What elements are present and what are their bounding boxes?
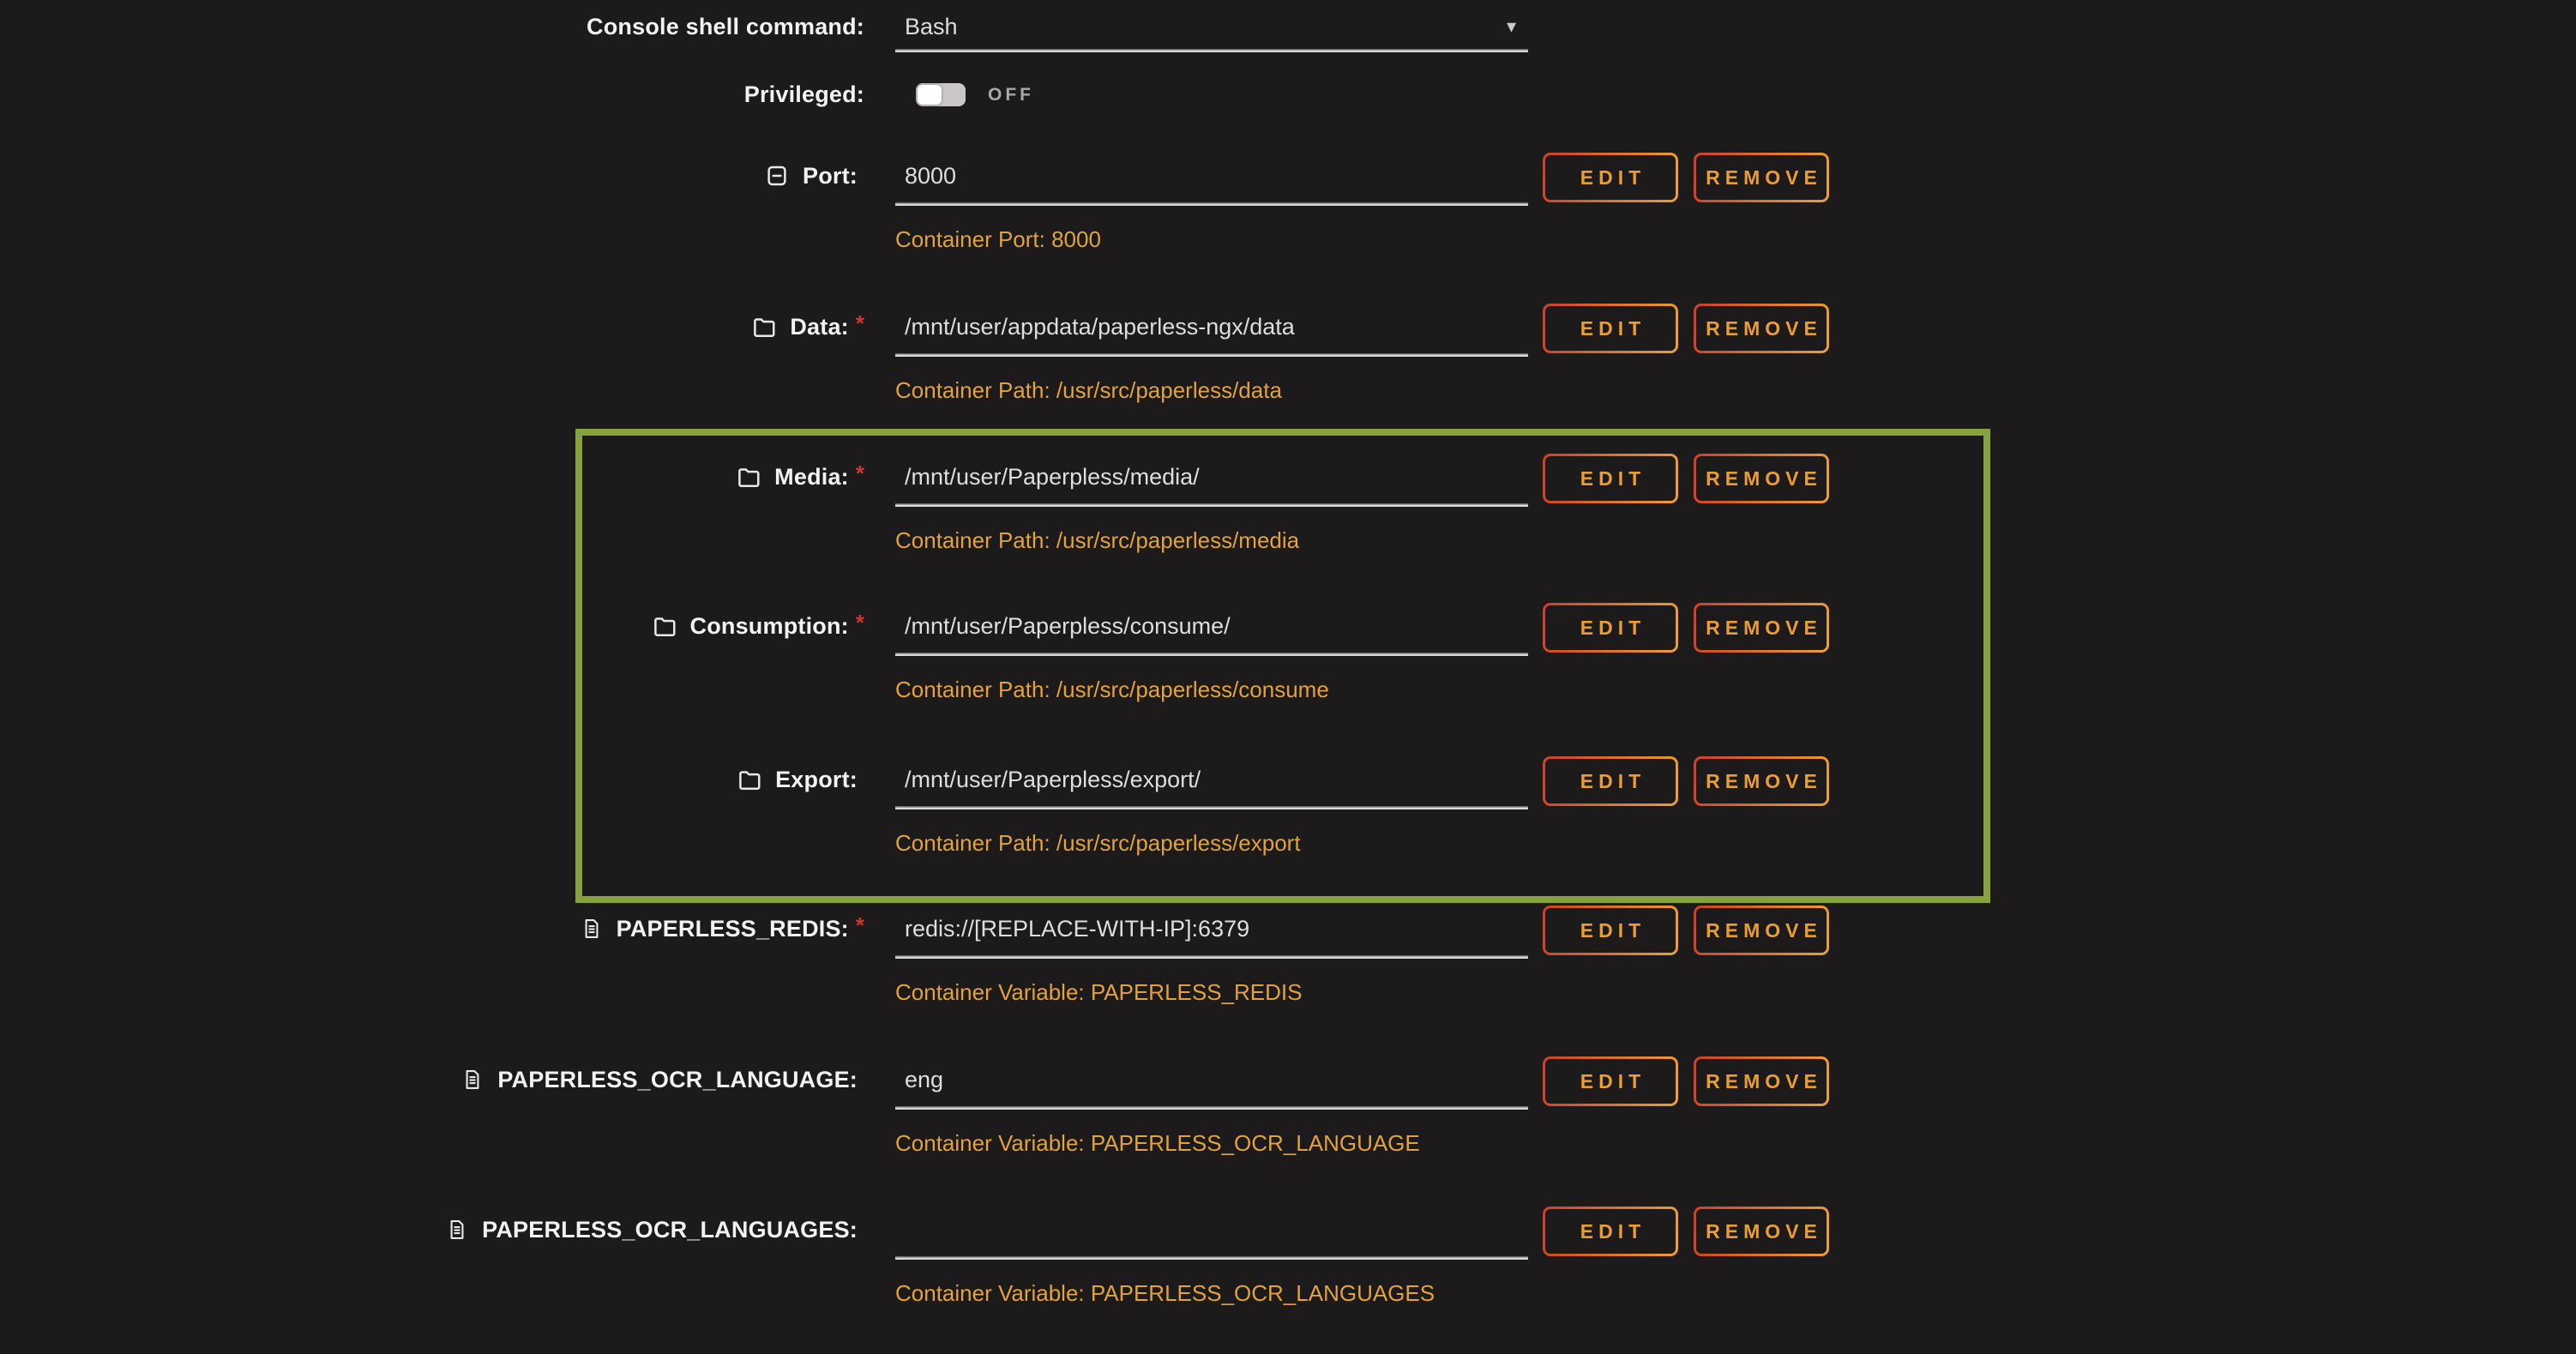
- container-variable-label: Container Variable: PAPERLESS_OCR_LANGUA…: [895, 1128, 1420, 1158]
- port-icon: [764, 163, 790, 189]
- port-label: Port:: [803, 163, 858, 190]
- chevron-down-icon: ▾: [1507, 0, 1516, 53]
- row-media: Media: * /mnt/user/Paperpless/media/ EDI…: [0, 450, 2576, 601]
- privileged-label: Privileged:: [744, 81, 864, 108]
- required-asterisk: *: [856, 310, 864, 337]
- field-label-cell: Privileged:: [0, 72, 864, 117]
- file-text-icon: [580, 917, 604, 941]
- remove-button[interactable]: REMOVE: [1694, 756, 1829, 806]
- required-asterisk: *: [856, 460, 864, 487]
- edit-button[interactable]: EDIT: [1543, 756, 1678, 806]
- remove-button[interactable]: REMOVE: [1694, 153, 1829, 202]
- data-value-field[interactable]: /mnt/user/appdata/paperless-ngx/data: [905, 300, 1295, 353]
- row-data: Data: * /mnt/user/appdata/paperless-ngx/…: [0, 300, 2576, 451]
- privileged-toggle[interactable]: [916, 83, 966, 106]
- console-shell-command-label: Console shell command:: [587, 14, 864, 40]
- container-path-label: Container Path: /usr/src/paperless/expor…: [895, 828, 1301, 858]
- container-variable-label: Container Variable: PAPERLESS_OCR_LANGUA…: [895, 1279, 1435, 1308]
- required-asterisk: *: [856, 610, 864, 636]
- container-path-label: Container Path: /usr/src/paperless/data: [895, 376, 1282, 405]
- remove-button[interactable]: REMOVE: [1694, 454, 1829, 503]
- select-value: Bash: [905, 0, 958, 53]
- input-underline: [895, 1106, 1528, 1110]
- media-label: Media:: [774, 464, 849, 490]
- container-port-label: Container Port: 8000: [895, 225, 1101, 254]
- input-underline: [895, 653, 1528, 656]
- folder-icon: [737, 767, 762, 792]
- row-consumption: Consumption: * /mnt/user/Paperpless/cons…: [0, 599, 2576, 750]
- field-label-cell: Media: *: [0, 450, 864, 503]
- folder-icon: [736, 464, 761, 490]
- file-text-icon: [460, 1068, 485, 1092]
- export-value-field[interactable]: /mnt/user/Paperpless/export/: [905, 753, 1201, 806]
- folder-icon: [652, 613, 677, 639]
- input-underline: [895, 955, 1528, 959]
- edit-button[interactable]: EDIT: [1543, 454, 1678, 503]
- edit-button[interactable]: EDIT: [1543, 1207, 1678, 1256]
- row-paperless-redis: PAPERLESS_REDIS: * redis://[REPLACE-WITH…: [0, 902, 2576, 1053]
- toggle-knob: [918, 85, 942, 105]
- input-underline: [895, 202, 1528, 206]
- paperless-redis-label: PAPERLESS_REDIS:: [617, 916, 849, 942]
- field-label-cell: PAPERLESS_OCR_LANGUAGE:: [0, 1053, 864, 1106]
- remove-button[interactable]: REMOVE: [1694, 906, 1829, 955]
- row-paperless-ocr-language: PAPERLESS_OCR_LANGUAGE: eng EDIT REMOVE …: [0, 1053, 2576, 1204]
- field-label-cell: Export:: [0, 753, 864, 806]
- edit-button[interactable]: EDIT: [1543, 1056, 1678, 1106]
- container-variable-label: Container Variable: PAPERLESS_REDIS: [895, 978, 1303, 1007]
- field-label-cell: Data: *: [0, 300, 864, 353]
- input-underline: [895, 1256, 1528, 1260]
- data-label: Data:: [790, 314, 849, 340]
- remove-button[interactable]: REMOVE: [1694, 1056, 1829, 1106]
- edit-button[interactable]: EDIT: [1543, 906, 1678, 955]
- paperless-ocr-languages-label: PAPERLESS_OCR_LANGUAGES:: [482, 1217, 858, 1243]
- container-path-label: Container Path: /usr/src/paperless/media: [895, 526, 1299, 555]
- export-label: Export:: [775, 767, 858, 793]
- required-asterisk: *: [856, 912, 864, 939]
- field-label-cell: Consumption: *: [0, 599, 864, 653]
- input-underline: [895, 806, 1528, 809]
- remove-button[interactable]: REMOVE: [1694, 304, 1829, 353]
- row-paperless-ocr-languages: PAPERLESS_OCR_LANGUAGES: EDIT REMOVE Con…: [0, 1203, 2576, 1354]
- field-label-cell: PAPERLESS_REDIS: *: [0, 902, 864, 955]
- consumption-value-field[interactable]: /mnt/user/Paperpless/consume/: [905, 599, 1231, 653]
- input-underline: [895, 353, 1528, 357]
- folder-icon: [751, 314, 777, 340]
- field-label-cell: PAPERLESS_OCR_LANGUAGES:: [0, 1203, 864, 1256]
- edit-button[interactable]: EDIT: [1543, 603, 1678, 653]
- toggle-state-label: OFF: [988, 72, 1034, 117]
- container-path-label: Container Path: /usr/src/paperless/consu…: [895, 675, 1329, 704]
- file-text-icon: [445, 1218, 469, 1242]
- row-privileged: Privileged: OFF: [0, 72, 2576, 149]
- console-shell-command-select[interactable]: Bash ▾: [895, 0, 1528, 53]
- edit-button[interactable]: EDIT: [1543, 153, 1678, 202]
- remove-button[interactable]: REMOVE: [1694, 1207, 1829, 1256]
- edit-button[interactable]: EDIT: [1543, 304, 1678, 353]
- input-underline: [895, 503, 1528, 507]
- docker-container-settings-form: Console shell command: Bash ▾ Privileged…: [0, 0, 2576, 1341]
- row-port: Port: 8000 EDIT REMOVE Container Port: 8…: [0, 149, 2576, 300]
- field-label-cell: Console shell command:: [0, 0, 864, 53]
- port-value-field[interactable]: 8000: [905, 149, 956, 202]
- remove-button[interactable]: REMOVE: [1694, 603, 1829, 653]
- paperless-ocr-language-label: PAPERLESS_OCR_LANGUAGE:: [497, 1067, 858, 1093]
- consumption-label: Consumption:: [690, 613, 849, 640]
- input-underline: [895, 49, 1528, 52]
- row-export: Export: /mnt/user/Paperpless/export/ EDI…: [0, 753, 2576, 904]
- media-value-field[interactable]: /mnt/user/Paperpless/media/: [905, 450, 1200, 503]
- paperless-ocr-language-value-field[interactable]: eng: [905, 1053, 943, 1106]
- field-label-cell: Port:: [0, 149, 864, 202]
- paperless-redis-value-field[interactable]: redis://[REPLACE-WITH-IP]:6379: [905, 902, 1249, 955]
